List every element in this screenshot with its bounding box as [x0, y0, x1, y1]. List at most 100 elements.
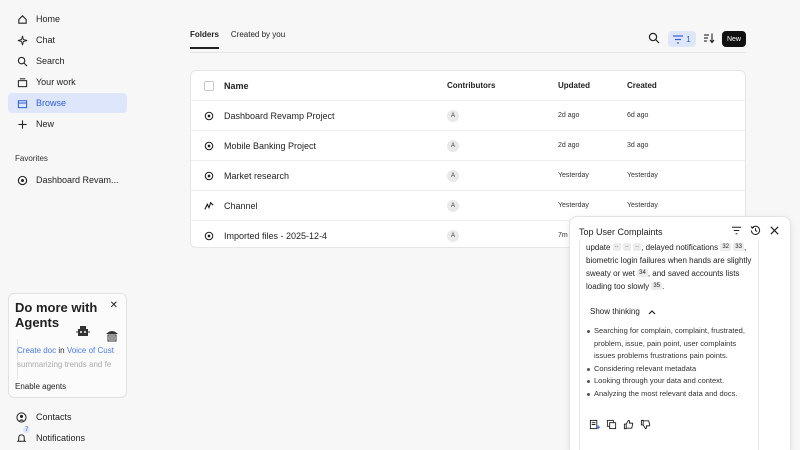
target-icon: [204, 161, 214, 190]
contributor-avatar: A: [447, 161, 459, 190]
column-header-created[interactable]: Created: [627, 71, 657, 100]
column-header-name[interactable]: Name: [224, 71, 249, 100]
show-thinking-toggle[interactable]: Show thinking: [590, 307, 656, 316]
row-created: Yesterday: [627, 172, 658, 179]
folder-stack-icon: [16, 76, 28, 88]
sidebar-item-chat[interactable]: Chat: [8, 30, 127, 50]
table-row[interactable]: Dashboard Revamp Project A 2d ago 6d ago: [191, 101, 745, 131]
favorite-item-dashboard[interactable]: Dashboard Revam...: [8, 170, 127, 190]
column-header-contributors[interactable]: Contributors: [447, 71, 495, 100]
contributor-avatar: A: [447, 101, 459, 130]
row-created: 3d ago: [627, 142, 649, 149]
sidebar-item-new[interactable]: New: [8, 114, 127, 134]
close-icon[interactable]: ✕: [110, 300, 118, 311]
favorite-item-label: Dashboard Revam...: [36, 175, 119, 185]
sidebar-item-label: Browse: [36, 98, 67, 108]
sidebar-item-your-work[interactable]: Your work: [8, 72, 127, 92]
filter-count: 1: [686, 34, 691, 44]
tab-created-by-you[interactable]: Created by you: [231, 30, 285, 49]
sidebar-item-label: New: [36, 119, 55, 129]
add-to-doc-icon[interactable]: [589, 419, 600, 430]
thumbs-down-icon[interactable]: [640, 419, 651, 430]
sidebar-item-notifications[interactable]: 7 Notifications: [15, 427, 86, 444]
sidebar-item-label: Notifications: [36, 433, 86, 443]
thumbs-up-icon[interactable]: [623, 419, 634, 430]
sidebar-item-label: Search: [36, 56, 65, 66]
sidebar-item-search[interactable]: Search: [8, 51, 127, 71]
tabs-divider: [190, 52, 746, 53]
row-name[interactable]: Mobile Banking Project: [224, 131, 316, 160]
target-icon: [204, 131, 214, 160]
notification-count-badge: 7: [23, 427, 31, 433]
sidebar-item-label: Your work: [36, 77, 76, 87]
ai-answer-text: update ·· ·· ··, delayed notifications 3…: [586, 243, 752, 291]
thinking-step: Considering relevant metadata: [586, 363, 756, 376]
citation-ref[interactable]: ··: [622, 243, 631, 251]
row-updated: Yesterday: [558, 172, 589, 179]
sort-icon[interactable]: [703, 32, 715, 44]
browse-icon: [16, 97, 28, 109]
thinking-step: Searching for complain, complaint, frust…: [586, 325, 756, 363]
row-name[interactable]: Market research: [224, 161, 289, 190]
promo-example-subline: summarizing trends and fe: [17, 360, 112, 369]
citation-ref[interactable]: ··: [633, 243, 642, 251]
sidebar-item-browse[interactable]: Browse: [8, 93, 127, 113]
filter-icon: [673, 34, 684, 44]
search-icon[interactable]: [648, 32, 660, 44]
close-icon[interactable]: [769, 225, 780, 236]
thinking-step: Looking through your data and context.: [586, 375, 756, 388]
row-name[interactable]: Channel: [224, 191, 258, 220]
citation-ref[interactable]: 35: [651, 282, 663, 290]
home-icon: [16, 13, 28, 25]
citation-ref[interactable]: ··: [612, 243, 621, 251]
chevron-up-icon: [648, 309, 656, 315]
filter-button[interactable]: 1: [668, 31, 696, 47]
tab-folders[interactable]: Folders: [190, 30, 219, 49]
sidebar: Home Chat Search Your work Browse New Fa…: [0, 0, 136, 450]
new-button[interactable]: New: [722, 31, 746, 47]
column-header-updated[interactable]: Updated: [558, 71, 590, 100]
squiggle-icon: [204, 191, 214, 220]
sidebar-item-label: Contacts: [36, 412, 72, 422]
bell-icon: 7: [15, 427, 31, 444]
sparkle-icon: [16, 34, 28, 46]
contributor-avatar: A: [447, 131, 459, 160]
select-all-checkbox[interactable]: [204, 71, 214, 100]
copy-icon[interactable]: [606, 419, 617, 430]
ai-chat-panel: Top User Complaints update ·· ·· ··, del…: [569, 216, 791, 450]
plus-icon: [16, 118, 28, 130]
contributor-avatar: A: [447, 221, 459, 247]
promo-title: Do more with Agents: [15, 300, 98, 330]
favorites-heading: Favorites: [15, 154, 48, 163]
table-row[interactable]: Mobile Banking Project A 2d ago 3d ago: [191, 131, 745, 161]
filter-icon[interactable]: [731, 225, 742, 236]
sidebar-item-contacts[interactable]: Contacts: [15, 411, 72, 423]
promo-example-line: Create doc in Voice of Cust: [17, 346, 114, 355]
contacts-icon: [15, 411, 27, 423]
agents-promo-card: Do more with Agents ✕ Create doc in Voic…: [8, 293, 127, 398]
contributor-avatar: A: [447, 191, 459, 220]
row-name[interactable]: Imported files - 2025-12-4: [224, 221, 327, 247]
feedback-toolbar: [589, 419, 651, 430]
robot-icon: [75, 324, 91, 338]
table-row[interactable]: Market research A Yesterday Yesterday: [191, 161, 745, 191]
search-icon: [16, 55, 28, 67]
row-updated: 2d ago: [558, 142, 580, 149]
citation-ref[interactable]: 33: [733, 243, 744, 251]
enable-agents-button[interactable]: Enable agents: [15, 382, 66, 391]
sidebar-item-home[interactable]: Home: [8, 9, 127, 29]
history-icon[interactable]: [750, 225, 761, 236]
row-created: 6d ago: [627, 112, 649, 119]
citation-ref[interactable]: 32: [720, 243, 732, 251]
panel-title: Top User Complaints: [579, 227, 663, 237]
sidebar-item-label: Chat: [36, 35, 56, 45]
table-header: Name Contributors Updated Created: [191, 71, 745, 101]
citation-ref[interactable]: 34: [637, 269, 648, 277]
ai-response-card: update ·· ·· ··, delayed notifications 3…: [579, 241, 759, 450]
thinking-steps: Searching for complain, complaint, frust…: [586, 325, 756, 400]
target-icon: [204, 221, 214, 247]
panel-toolbar: [731, 225, 780, 236]
row-updated: 2d ago: [558, 112, 580, 119]
row-name[interactable]: Dashboard Revamp Project: [224, 101, 335, 130]
sidebar-item-label: Home: [36, 14, 61, 24]
